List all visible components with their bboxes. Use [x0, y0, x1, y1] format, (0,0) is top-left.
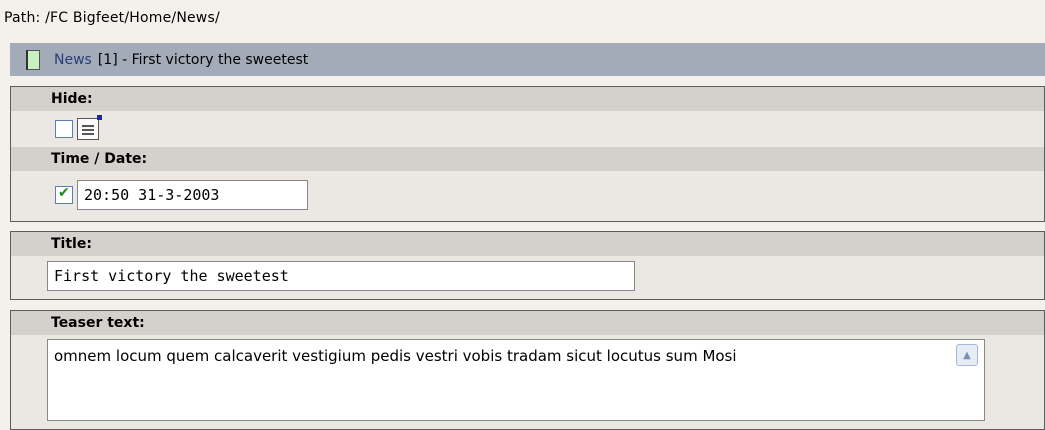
record-header: News [1] - First victory the sweetest [10, 43, 1045, 76]
title-label: Title: [11, 232, 1044, 256]
hide-field-row [11, 111, 1044, 147]
record-table-name: News [54, 51, 92, 68]
time-date-field-row: 20:50 31-3-2003 [11, 171, 1044, 219]
title-group: Title: First victory the sweetest [10, 231, 1045, 300]
title-field-row: First victory the sweetest [11, 256, 1044, 299]
time-date-checkbox[interactable] [55, 185, 73, 204]
teaser-text: omnem locum quem calcaverit vestigium pe… [54, 347, 737, 365]
title-input[interactable]: First victory the sweetest [47, 260, 635, 291]
scroll-up-icon[interactable]: ▲ [956, 344, 978, 366]
teaser-label: Teaser text: [11, 311, 1044, 335]
breadcrumb-path: Path: /FC Bigfeet/Home/News/ [4, 10, 220, 26]
page-icon[interactable] [26, 49, 40, 70]
time-date-label: Time / Date: [11, 147, 1044, 171]
hide-label: Hide: [11, 87, 1044, 111]
teaser-textarea[interactable]: omnem locum quem calcaverit vestigium pe… [47, 339, 985, 421]
time-date-input[interactable]: 20:50 31-3-2003 [77, 180, 308, 210]
record-title: [1] - First victory the sweetest [97, 51, 309, 68]
hide-checkbox[interactable] [55, 120, 73, 138]
visibility-group: Hide: Time / Date: 20:50 31-3-2003 [10, 86, 1045, 222]
teaser-group: Teaser text: omnem locum quem calcaverit… [10, 310, 1045, 430]
clipboard-icon[interactable] [77, 115, 102, 140]
